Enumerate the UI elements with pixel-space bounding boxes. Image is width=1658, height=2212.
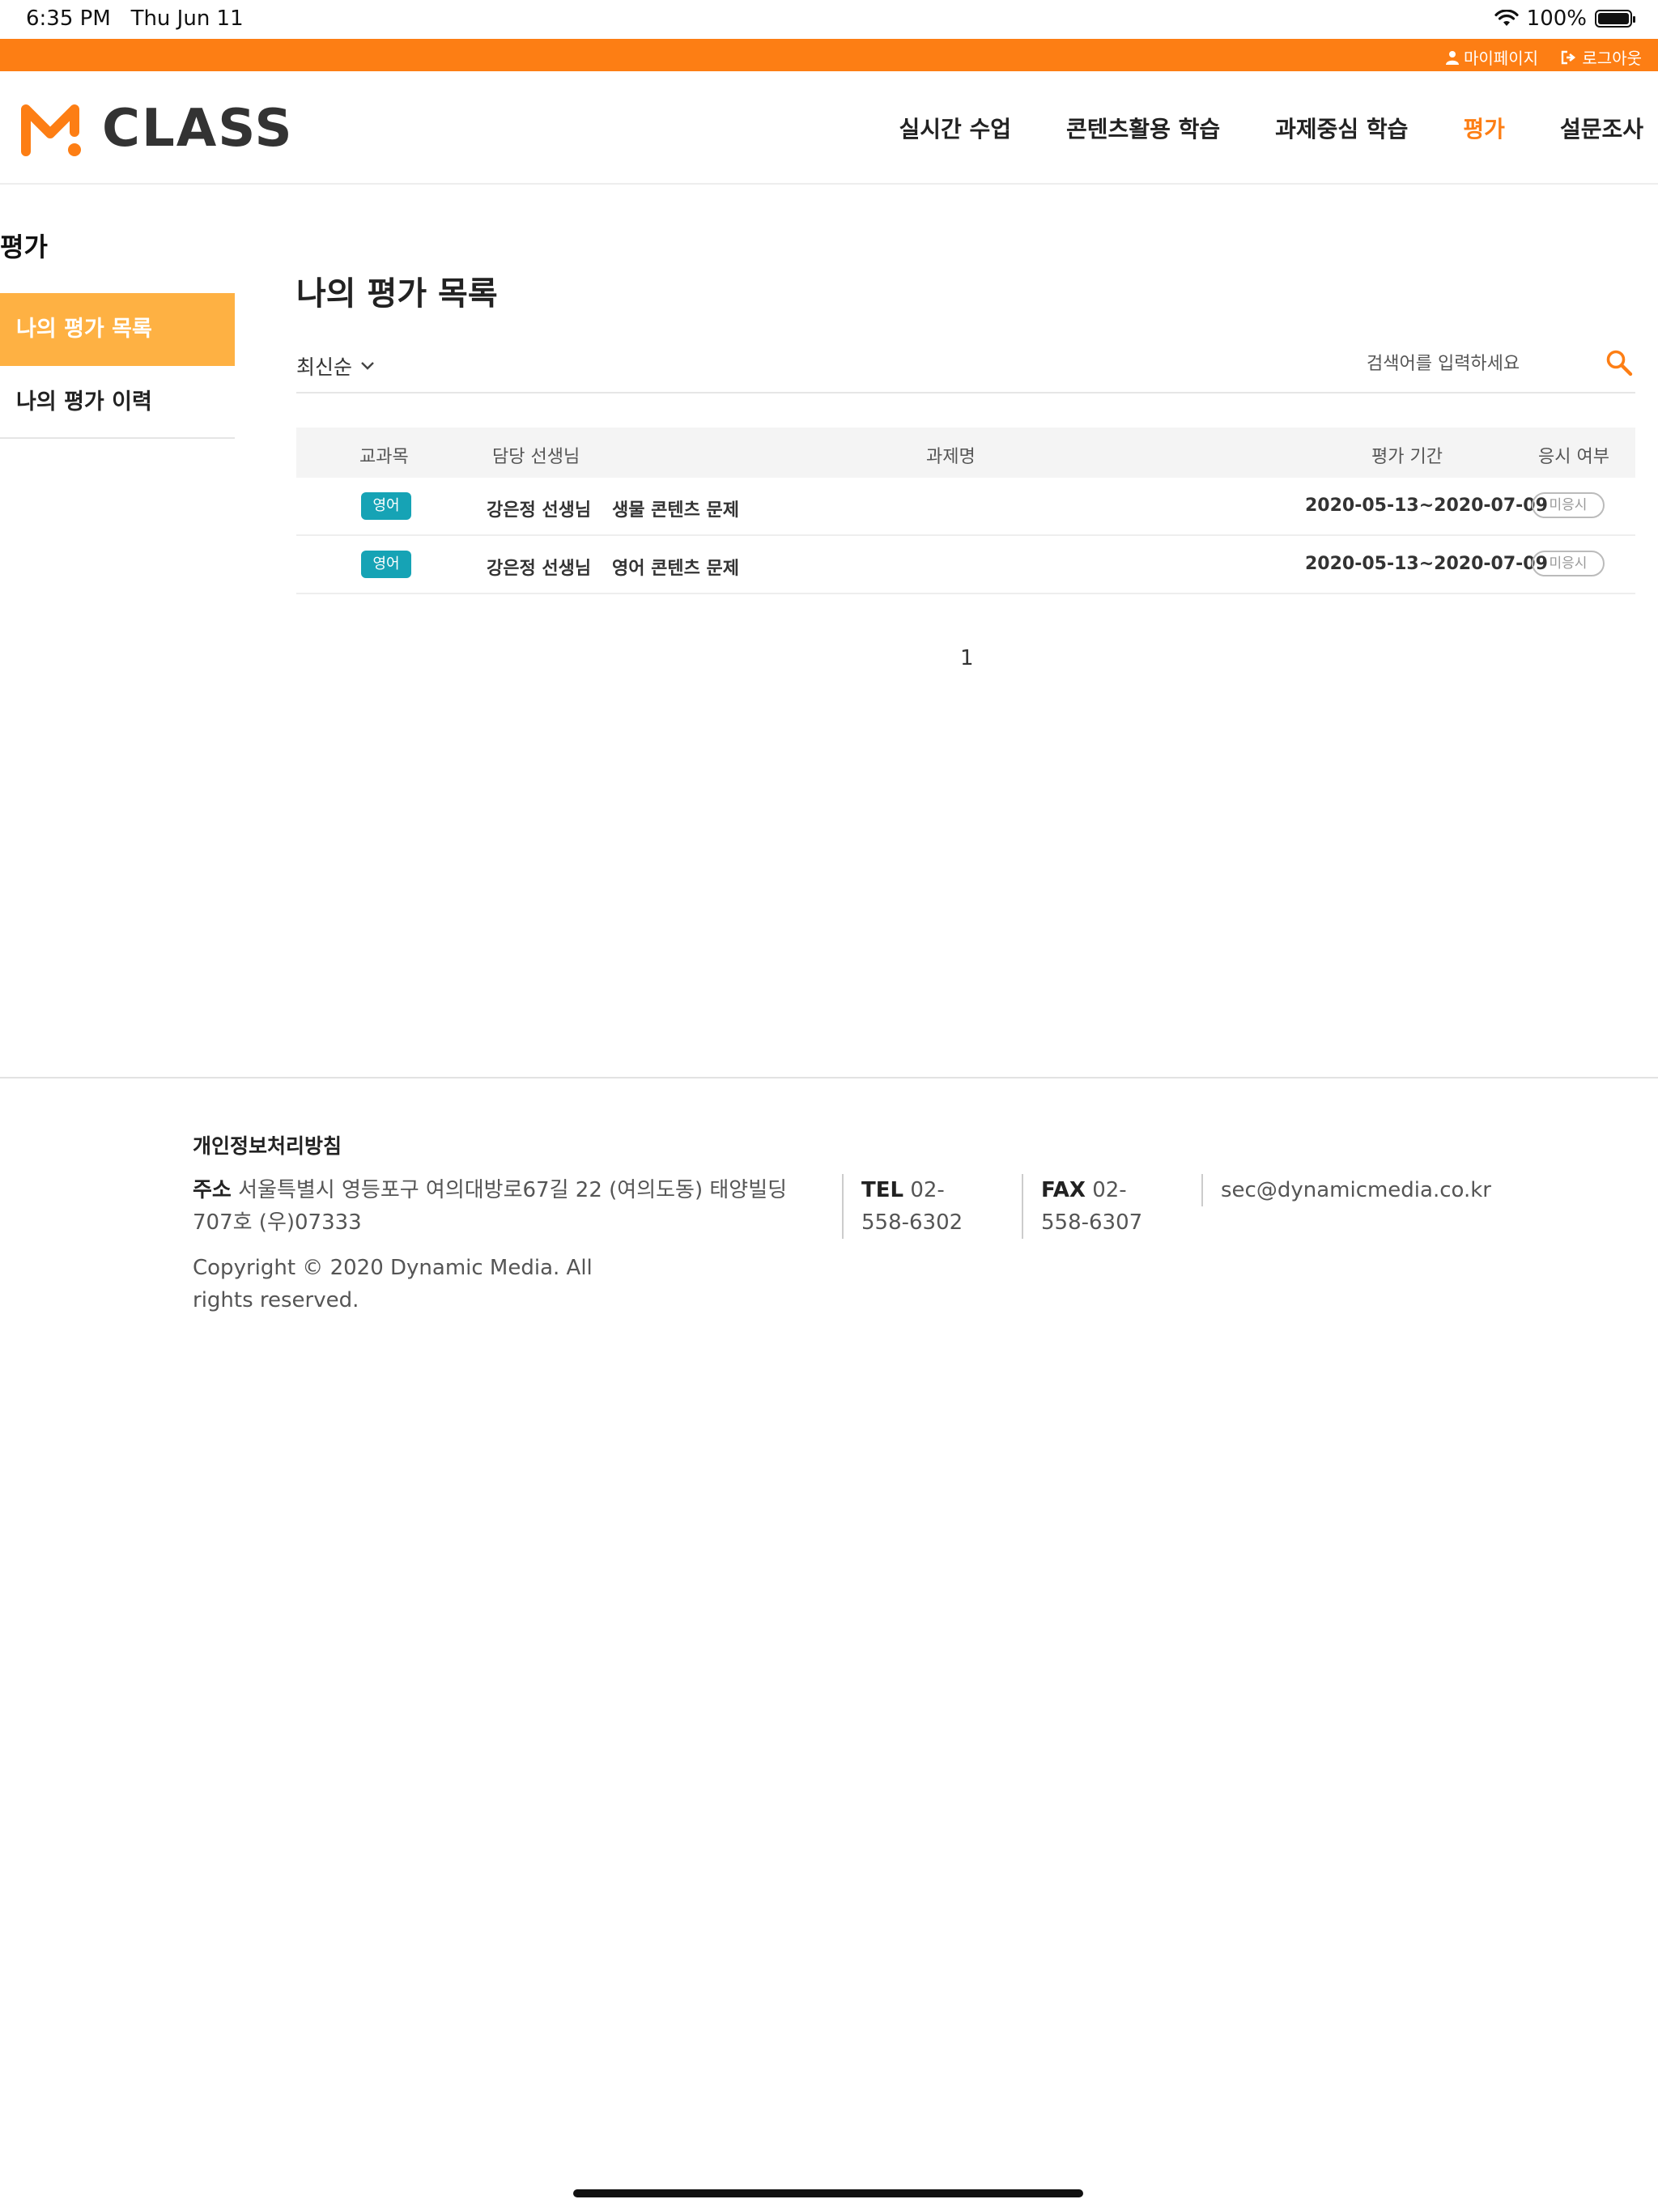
header-subject: 교과목 bbox=[359, 447, 409, 467]
footer-tel: TEL 02-558-6302 bbox=[842, 1174, 991, 1239]
status-bar: 6:35 PM Thu Jun 11 100% bbox=[0, 0, 1658, 39]
logout-icon bbox=[1562, 50, 1576, 64]
nav-realtime-class[interactable]: 실시간 수업 bbox=[899, 112, 1011, 144]
sidebar-item-evaluation-history[interactable]: 나의 평가 이력 bbox=[0, 366, 235, 439]
sidebar-title: 평가 bbox=[0, 232, 48, 262]
status-badge: 미응시 bbox=[1532, 492, 1605, 518]
fax-label: FAX bbox=[1041, 1178, 1086, 1202]
sort-dropdown[interactable]: 최신순 bbox=[296, 351, 375, 381]
table-header: 교과목 담당 선생님 과제명 평가 기간 응시 여부 bbox=[296, 428, 1635, 478]
teacher-name: 강은정 선생님 bbox=[487, 500, 592, 521]
mypage-label: 마이페이지 bbox=[1464, 49, 1538, 68]
status-clock: 6:35 PM bbox=[26, 6, 111, 31]
header: CLASS 실시간 수업 콘텐츠활용 학습 과제중심 학습 평가 설문조사 bbox=[0, 71, 1658, 185]
pagination-page-1[interactable]: 1 bbox=[960, 646, 974, 670]
sidebar-menu: 나의 평가 목록 나의 평가 이력 bbox=[0, 293, 235, 439]
search-button[interactable] bbox=[1603, 347, 1635, 379]
top-utility-bar: 마이페이지 로그아웃 bbox=[0, 39, 1658, 71]
main-nav: 실시간 수업 콘텐츠활용 학습 과제중심 학습 평가 설문조사 bbox=[899, 112, 1643, 144]
user-icon bbox=[1446, 50, 1459, 65]
assignment-name[interactable]: 영어 콘텐츠 문제 bbox=[612, 554, 739, 580]
footer-address: 주소 서울특별시 영등포구 여의대방로67길 22 (여의도동) 태양빌딩 70… bbox=[193, 1174, 808, 1239]
tel-label: TEL bbox=[861, 1178, 904, 1202]
list-toolbar: 최신순 bbox=[296, 340, 1635, 393]
status-date: Thu Jun 11 bbox=[130, 6, 244, 31]
status-indicators: 100% bbox=[1494, 6, 1635, 31]
wifi-icon bbox=[1494, 10, 1519, 26]
chevron-down-icon bbox=[361, 362, 374, 370]
search-icon bbox=[1606, 350, 1633, 376]
footer-email[interactable]: sec@dynamicmedia.co.kr bbox=[1201, 1174, 1545, 1206]
nav-evaluation[interactable]: 평가 bbox=[1463, 112, 1505, 144]
logo-text: CLASS bbox=[102, 99, 294, 159]
table-row[interactable]: 영어 강은정 선생님 생물 콘텐츠 문제 2020-05-13~2020-07-… bbox=[296, 478, 1635, 536]
sidebar-item-my-evaluations[interactable]: 나의 평가 목록 bbox=[0, 293, 235, 366]
footer-fax: FAX 02-558-6307 bbox=[1022, 1174, 1171, 1239]
home-indicator[interactable] bbox=[573, 2189, 1083, 2197]
nav-content-learning[interactable]: 콘텐츠활용 학습 bbox=[1066, 112, 1220, 144]
evaluation-period: 2020-05-13~2020-07-09 bbox=[1305, 554, 1548, 574]
footer-copyright: Copyright © 2020 Dynamic Media. All righ… bbox=[193, 1256, 593, 1312]
logout-link[interactable]: 로그아웃 bbox=[1561, 45, 1642, 69]
status-badge: 미응시 bbox=[1532, 551, 1605, 576]
evaluation-table: 교과목 담당 선생님 과제명 평가 기간 응시 여부 영어 강은정 선생님 생물… bbox=[296, 428, 1635, 594]
status-time: 6:35 PM Thu Jun 11 bbox=[26, 6, 244, 31]
battery-percent: 100% bbox=[1526, 6, 1587, 31]
header-period: 평가 기간 bbox=[1371, 447, 1443, 467]
mypage-link[interactable]: 마이페이지 bbox=[1446, 45, 1538, 69]
nav-survey[interactable]: 설문조사 bbox=[1560, 112, 1643, 144]
evaluation-period: 2020-05-13~2020-07-09 bbox=[1305, 496, 1548, 516]
search-input[interactable] bbox=[1365, 348, 1562, 379]
sort-label: 최신순 bbox=[296, 355, 353, 379]
logo[interactable]: CLASS bbox=[21, 99, 294, 159]
battery-icon bbox=[1595, 10, 1635, 28]
page-title: 나의 평가 목록 bbox=[296, 275, 498, 313]
table-row[interactable]: 영어 강은정 선생님 영어 콘텐츠 문제 2020-05-13~2020-07-… bbox=[296, 536, 1635, 594]
header-assignment: 과제명 bbox=[926, 447, 976, 467]
privacy-policy-link[interactable]: 개인정보처리방침 bbox=[193, 1130, 342, 1159]
footer: 개인정보처리방침 주소 서울특별시 영등포구 여의대방로67길 22 (여의도동… bbox=[0, 1077, 1658, 1312]
assignment-name[interactable]: 생물 콘텐츠 문제 bbox=[612, 496, 739, 521]
m-logo-icon bbox=[21, 104, 81, 156]
teacher-name: 강은정 선생님 bbox=[487, 559, 592, 579]
address-text: 서울특별시 영등포구 여의대방로67길 22 (여의도동) 태양빌딩 707호 … bbox=[193, 1178, 788, 1235]
address-label: 주소 bbox=[193, 1178, 232, 1202]
subject-badge: 영어 bbox=[361, 551, 411, 578]
header-teacher: 담당 선생님 bbox=[492, 447, 580, 467]
header-status: 응시 여부 bbox=[1538, 447, 1609, 467]
logout-label: 로그아웃 bbox=[1582, 49, 1642, 68]
nav-assignment-learning[interactable]: 과제중심 학습 bbox=[1275, 112, 1408, 144]
subject-badge: 영어 bbox=[361, 492, 411, 520]
